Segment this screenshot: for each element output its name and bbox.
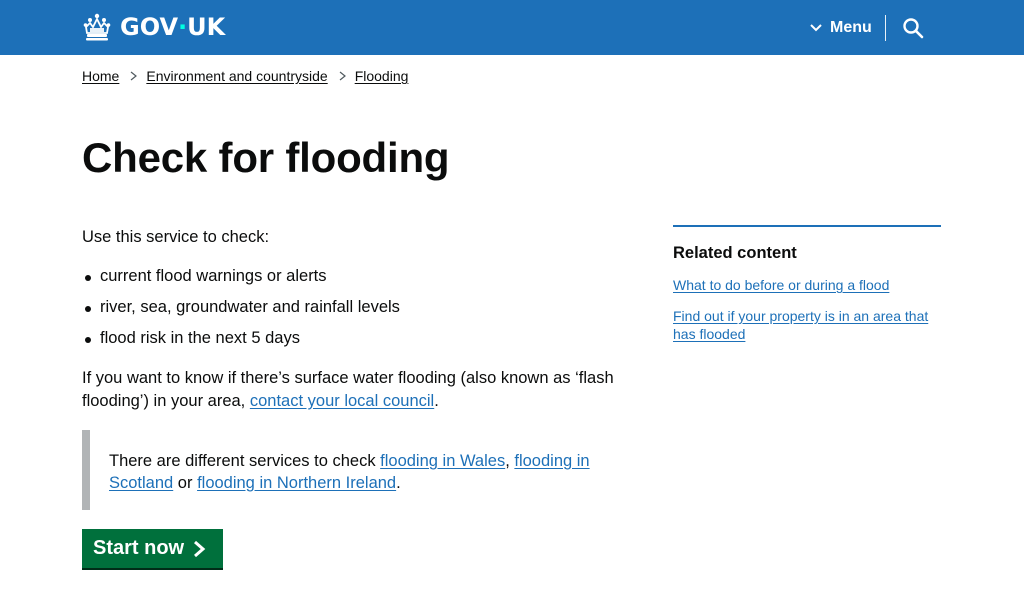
chevron-right-icon	[130, 71, 138, 81]
list-item: river, sea, groundwater and rainfall lev…	[82, 296, 642, 319]
header-divider	[885, 15, 886, 41]
flooding-wales-link[interactable]: flooding in Wales	[380, 452, 505, 470]
chevron-right-icon	[339, 71, 346, 81]
start-now-button[interactable]: Start now	[82, 529, 223, 568]
list-item: Find out if your property is in an area …	[673, 307, 941, 343]
local-council-link[interactable]: contact your local council	[250, 392, 434, 410]
check-list: current flood warnings or alerts river, …	[82, 265, 642, 350]
related-heading: Related content	[673, 244, 797, 262]
crown-icon	[83, 13, 111, 41]
list-item: flood risk in the next 5 days	[82, 327, 642, 350]
related-link-property-flooded[interactable]: Find out if your property is in an area …	[673, 308, 928, 342]
logo-text: GOV·UK	[120, 13, 226, 41]
breadcrumb: Home Environment and countryside Floodin…	[82, 68, 408, 84]
chevron-right-icon	[194, 540, 206, 557]
breadcrumb-flooding[interactable]: Flooding	[355, 68, 409, 84]
chevron-down-icon	[810, 24, 822, 32]
menu-label: Menu	[830, 19, 872, 36]
related-links: What to do before or during a flood Find…	[673, 276, 941, 343]
search-icon[interactable]	[901, 16, 925, 40]
govuk-logo-link[interactable]: GOV·UK	[82, 11, 225, 43]
related-link-before-during-flood[interactable]: What to do before or during a flood	[673, 277, 889, 293]
menu-button[interactable]: Menu	[810, 14, 872, 42]
page-title: Check for flooding	[82, 134, 450, 181]
breadcrumb-home[interactable]: Home	[82, 68, 119, 84]
flooding-northern-ireland-link[interactable]: flooding in Northern Ireland	[197, 474, 396, 492]
related-content: Related content What to do before or dur…	[673, 225, 941, 356]
site-header: GOV·UK Menu	[0, 0, 1024, 55]
start-now-label: Start now	[93, 537, 185, 559]
breadcrumb-environment[interactable]: Environment and countryside	[146, 68, 327, 84]
main-content: Use this service to check: current flood…	[82, 226, 642, 413]
list-item: current flood warnings or alerts	[82, 265, 642, 288]
surface-water-paragraph: If you want to know if there’s surface w…	[82, 369, 614, 410]
list-item: What to do before or during a flood	[673, 276, 941, 294]
inset-text: There are different services to check fl…	[82, 430, 622, 510]
intro-text: Use this service to check:	[82, 228, 270, 246]
